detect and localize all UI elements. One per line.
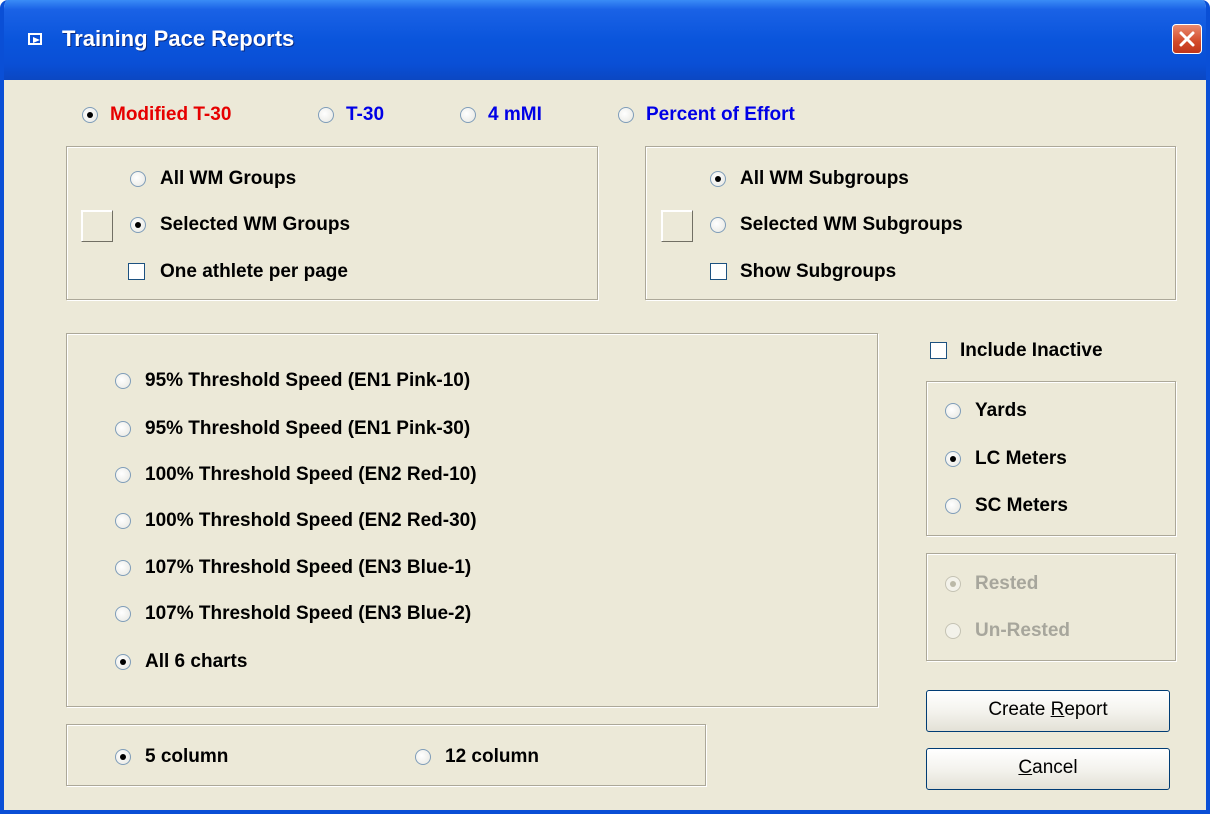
label-chart-option[interactable]: 107% Threshold Speed (EN3 Blue-2): [145, 603, 471, 625]
radio-rested: [945, 576, 961, 592]
close-button[interactable]: [1172, 24, 1202, 54]
radio-modified-t30[interactable]: [82, 107, 98, 123]
label-t30[interactable]: T-30: [346, 104, 384, 126]
radio-5-column[interactable]: [115, 749, 131, 765]
radio-un-rested: [945, 623, 961, 639]
radio-sc-meters[interactable]: [945, 498, 961, 514]
radio-4mmi[interactable]: [460, 107, 476, 123]
label-all-wm-subgroups[interactable]: All WM Subgroups: [740, 168, 909, 190]
close-icon: [1179, 31, 1195, 47]
radio-12-column[interactable]: [415, 749, 431, 765]
label-yards[interactable]: Yards: [975, 400, 1027, 422]
label-include-inactive[interactable]: Include Inactive: [960, 340, 1103, 362]
create-report-button[interactable]: Create Report: [926, 690, 1170, 732]
radio-selected-wm-groups[interactable]: [130, 217, 146, 233]
label-rested: Rested: [975, 573, 1039, 594]
label-5-column[interactable]: 5 column: [145, 746, 228, 768]
cancel-accel: C: [1018, 757, 1033, 778]
radio-all-wm-groups[interactable]: [130, 171, 146, 187]
radio-chart-option[interactable]: [115, 421, 131, 437]
window-title: Training Pace Reports: [62, 26, 295, 51]
radio-percent-of-effort[interactable]: [618, 107, 634, 123]
dialog-body: Modified T-30 T-30 4 mMI Percent of Effo…: [4, 80, 1206, 810]
label-chart-option[interactable]: 95% Threshold Speed (EN1 Pink-30): [145, 418, 470, 440]
label-percent-of-effort[interactable]: Percent of Effort: [646, 104, 795, 126]
radio-chart-option[interactable]: [115, 373, 131, 389]
app-icon: [28, 33, 42, 45]
select-subgroups-button[interactable]: [661, 210, 693, 242]
label-one-athlete-per-page[interactable]: One athlete per page: [160, 261, 348, 283]
radio-selected-wm-subgroups[interactable]: [710, 217, 726, 233]
create-report-label-post: eport: [1064, 699, 1108, 720]
radio-yards[interactable]: [945, 403, 961, 419]
label-sc-meters[interactable]: SC Meters: [975, 495, 1068, 517]
cancel-label-post: ancel: [1032, 757, 1078, 778]
label-selected-wm-groups[interactable]: Selected WM Groups: [160, 214, 350, 236]
label-lc-meters[interactable]: LC Meters: [975, 448, 1067, 470]
label-all-wm-groups[interactable]: All WM Groups: [160, 168, 296, 190]
training-pace-reports-window: Training Pace Reports Modified T-30 T-30…: [0, 0, 1210, 814]
label-modified-t30[interactable]: Modified T-30: [110, 104, 231, 126]
checkbox-include-inactive[interactable]: [930, 342, 947, 359]
radio-lc-meters[interactable]: [945, 451, 961, 467]
select-groups-button[interactable]: [81, 210, 113, 242]
label-selected-wm-subgroups[interactable]: Selected WM Subgroups: [740, 214, 963, 236]
radio-chart-option[interactable]: [115, 513, 131, 529]
cancel-button[interactable]: Cancel: [926, 748, 1170, 790]
label-chart-option[interactable]: 107% Threshold Speed (EN3 Blue-1): [145, 557, 471, 579]
checkbox-show-subgroups[interactable]: [710, 263, 727, 280]
radio-t30[interactable]: [318, 107, 334, 123]
label-chart-option[interactable]: 100% Threshold Speed (EN2 Red-10): [145, 464, 477, 486]
label-chart-option[interactable]: 100% Threshold Speed (EN2 Red-30): [145, 510, 477, 532]
label-un-rested: Un-Rested: [975, 620, 1071, 641]
title-bar: Training Pace Reports: [4, 0, 1206, 80]
radio-chart-option[interactable]: [115, 606, 131, 622]
checkbox-one-athlete-per-page[interactable]: [128, 263, 145, 280]
label-12-column[interactable]: 12 column: [445, 746, 539, 768]
label-4mmi[interactable]: 4 mMI: [488, 104, 542, 126]
label-show-subgroups[interactable]: Show Subgroups: [740, 261, 896, 283]
radio-chart-option[interactable]: [115, 654, 131, 670]
radio-all-wm-subgroups[interactable]: [710, 171, 726, 187]
radio-chart-option[interactable]: [115, 467, 131, 483]
label-chart-option[interactable]: All 6 charts: [145, 651, 247, 673]
create-report-accel: R: [1050, 699, 1065, 720]
rested-panel: [926, 553, 1176, 661]
create-report-label-pre: Create: [988, 699, 1051, 720]
radio-chart-option[interactable]: [115, 560, 131, 576]
label-chart-option[interactable]: 95% Threshold Speed (EN1 Pink-10): [145, 370, 470, 392]
